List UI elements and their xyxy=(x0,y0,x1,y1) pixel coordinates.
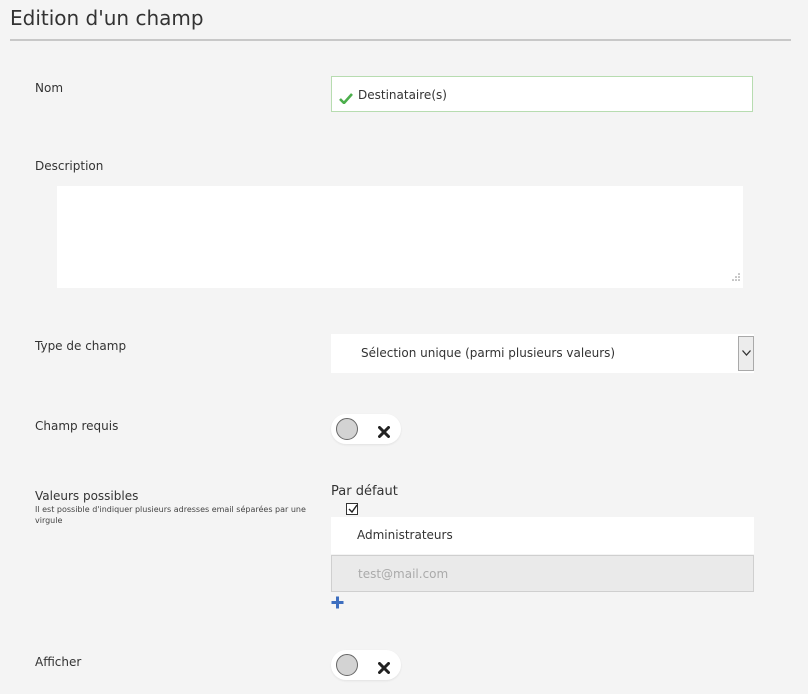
display-label: Afficher xyxy=(35,655,82,669)
check-icon xyxy=(339,89,353,108)
toggle-knob xyxy=(336,654,358,676)
select-arrow-button[interactable] xyxy=(738,336,754,371)
email-input[interactable]: test@mail.com xyxy=(331,555,754,592)
chevron-down-icon xyxy=(742,350,751,356)
type-select[interactable]: Sélection unique (parmi plusieurs valeur… xyxy=(331,334,754,373)
required-toggle[interactable] xyxy=(331,414,401,444)
default-checkbox[interactable] xyxy=(346,503,358,515)
display-toggle[interactable] xyxy=(331,650,401,680)
name-label: Nom xyxy=(35,81,64,95)
value-text: Administrateurs xyxy=(357,528,453,542)
plus-icon[interactable] xyxy=(331,594,344,613)
toggle-knob xyxy=(336,418,358,440)
page-title: Edition d'un champ xyxy=(10,6,204,30)
name-value: Destinataire(s) xyxy=(358,88,447,102)
values-hint: Il est possible d'indiquer plusieurs adr… xyxy=(35,505,306,525)
email-placeholder: test@mail.com xyxy=(358,567,449,581)
checkbox-check-icon xyxy=(348,504,358,514)
value-input[interactable]: Administrateurs xyxy=(331,517,754,554)
close-icon xyxy=(378,659,390,678)
description-label: Description xyxy=(35,159,104,173)
values-label: Valeurs possibles xyxy=(35,489,139,503)
title-divider xyxy=(10,39,791,41)
type-selected-value: Sélection unique (parmi plusieurs valeur… xyxy=(361,346,616,360)
type-label: Type de champ xyxy=(35,339,127,353)
close-icon xyxy=(378,423,390,442)
required-label: Champ requis xyxy=(35,419,119,433)
default-column-label: Par défaut xyxy=(331,484,398,499)
resize-grip-icon[interactable] xyxy=(732,266,740,285)
description-textarea[interactable] xyxy=(57,186,743,288)
name-input[interactable]: Destinataire(s) xyxy=(331,76,753,112)
